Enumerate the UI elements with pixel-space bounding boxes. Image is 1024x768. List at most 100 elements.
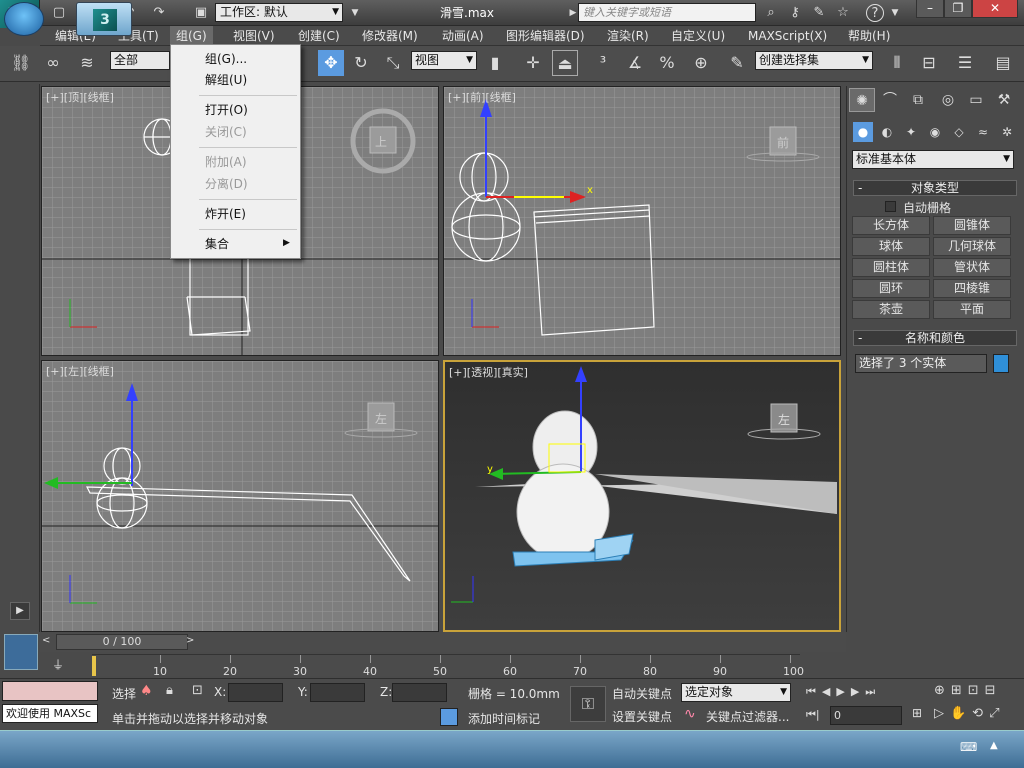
x-coordinate-field[interactable] bbox=[228, 683, 283, 702]
pyramid-button[interactable]: 四棱锥 bbox=[933, 279, 1011, 298]
sphere-button[interactable]: 球体 bbox=[852, 237, 930, 256]
playback-controls[interactable]: ⏮◀▶▶⏭ bbox=[806, 685, 881, 699]
align-icon[interactable]: ⊟ bbox=[916, 50, 942, 76]
geosphere-button[interactable]: 几何球体 bbox=[933, 237, 1011, 256]
viewcube-top[interactable]: 上 bbox=[375, 133, 387, 150]
z-coordinate-field[interactable] bbox=[392, 683, 447, 702]
time-config-icon[interactable]: ⊞ bbox=[912, 706, 922, 720]
y-coordinate-field[interactable] bbox=[310, 683, 365, 702]
workspace-dropdown[interactable]: 工作区: 默认 ▼ bbox=[215, 3, 343, 22]
key-search-icon[interactable]: ⚷ bbox=[786, 4, 804, 22]
next-frame-icon[interactable]: > bbox=[186, 635, 194, 646]
maximize-button[interactable]: ❐ bbox=[944, 0, 972, 18]
unlink-icon[interactable]: ∞ bbox=[40, 50, 66, 76]
selection-filter-dropdown[interactable]: 全部 bbox=[110, 51, 170, 70]
cameras-icon[interactable]: ◉ bbox=[925, 122, 945, 142]
graphite-tools-icon[interactable]: ▤ bbox=[990, 50, 1016, 76]
tube-button[interactable]: 管状体 bbox=[933, 258, 1011, 277]
object-type-rollout-header[interactable]: - 对象类型 bbox=[853, 180, 1017, 196]
menu-view[interactable]: 视图(V) bbox=[227, 26, 281, 46]
help-icon[interactable]: ? bbox=[866, 4, 884, 22]
set-key-icon[interactable]: ⚿ bbox=[570, 686, 606, 722]
tray-arrow-icon[interactable]: ▲ bbox=[990, 740, 998, 751]
teapot-button[interactable]: 茶壶 bbox=[852, 300, 930, 319]
add-time-tag-button[interactable]: 添加时间标记 bbox=[468, 710, 540, 727]
torus-button[interactable]: 圆环 bbox=[852, 279, 930, 298]
menu-create[interactable]: 创建(C) bbox=[292, 26, 346, 46]
new-file-icon[interactable]: ▢ bbox=[50, 4, 68, 22]
chevron-down-icon[interactable]: ▼ bbox=[346, 4, 364, 22]
menu-customize[interactable]: 自定义(U) bbox=[665, 26, 731, 46]
menu-graph-editors[interactable]: 图形编辑器(D) bbox=[500, 26, 591, 46]
viewcube-left[interactable]: 左 bbox=[375, 410, 387, 427]
menu-rendering[interactable]: 渲染(R) bbox=[601, 26, 655, 46]
track-bar[interactable]: 10 20 30 40 50 60 70 80 90 100 bbox=[92, 654, 804, 678]
menu-help[interactable]: 帮助(H) bbox=[842, 26, 896, 46]
viewport-top-label[interactable]: [+][顶][线框] bbox=[46, 89, 114, 105]
cone-button[interactable]: 圆锥体 bbox=[933, 216, 1011, 235]
auto-key-button[interactable]: 自动关键点 bbox=[612, 685, 672, 702]
percent-snap-icon[interactable]: % bbox=[654, 50, 680, 76]
cylinder-button[interactable]: 圆柱体 bbox=[852, 258, 930, 277]
isolate-icon[interactable]: ♠ bbox=[140, 683, 153, 699]
star-icon[interactable]: ☆ bbox=[834, 4, 852, 22]
menu-modifiers[interactable]: 修改器(M) bbox=[356, 26, 424, 46]
keyboard-icon[interactable]: ⌨ bbox=[960, 740, 977, 754]
pivot-center-icon[interactable]: ▮ bbox=[482, 50, 508, 76]
plane-button[interactable]: 平面 bbox=[933, 300, 1011, 319]
reference-coord-dropdown[interactable]: 视图 ▼ bbox=[411, 51, 477, 70]
utilities-tab-icon[interactable]: ⚒ bbox=[991, 88, 1017, 112]
close-button[interactable]: ✕ bbox=[972, 0, 1018, 18]
viewport-layout-icon[interactable] bbox=[4, 634, 38, 670]
motion-tab-icon[interactable]: ◎ bbox=[935, 88, 961, 112]
taskbar-3dsmax-app[interactable]: 3 bbox=[76, 2, 132, 36]
select-move-icon[interactable]: ✥ bbox=[318, 50, 344, 76]
helpers-icon[interactable]: ◇ bbox=[949, 122, 969, 142]
display-tab-icon[interactable]: ▭ bbox=[963, 88, 989, 112]
maxscript-mini-listener[interactable]: 欢迎使用 MAXSc bbox=[2, 704, 98, 723]
snaps-toggle-icon[interactable]: ³ bbox=[590, 50, 616, 76]
viewcube-front[interactable]: 前 bbox=[777, 134, 789, 151]
edit-named-selection-icon[interactable]: ✎ bbox=[724, 50, 750, 76]
mirror-icon[interactable]: ⫴ bbox=[884, 50, 910, 76]
menu-animation[interactable]: 动画(A) bbox=[436, 26, 490, 46]
viewport-front[interactable]: x [+][前][线框] 前 bbox=[443, 86, 841, 356]
layer-manager-icon[interactable]: ☰ bbox=[952, 50, 978, 76]
minimize-button[interactable]: – bbox=[916, 0, 944, 18]
key-mode-dropdown[interactable]: 选定对象 ▼ bbox=[681, 683, 791, 702]
current-frame-field[interactable]: 0 bbox=[830, 706, 902, 725]
project-folder-icon[interactable]: ▣ bbox=[192, 4, 210, 22]
viewport-front-label[interactable]: [+][前][线框] bbox=[448, 89, 516, 105]
systems-icon[interactable]: ✲ bbox=[997, 122, 1017, 142]
shapes-icon[interactable]: ◐ bbox=[877, 122, 897, 142]
autogrid-checkbox[interactable] bbox=[885, 201, 896, 212]
menu-item-ungroup[interactable]: 解组(U) bbox=[173, 70, 298, 91]
name-color-rollout-header[interactable]: - 名称和颜色 bbox=[853, 330, 1017, 346]
time-slider[interactable]: 0 / 100 bbox=[56, 634, 188, 650]
curve-editor-icon[interactable]: ⏚ bbox=[52, 656, 64, 673]
expand-arrow-icon[interactable]: ▶ bbox=[10, 602, 30, 620]
select-scale-icon[interactable]: ⤡ bbox=[380, 50, 406, 76]
set-key-button[interactable]: 设置关键点 bbox=[612, 708, 672, 725]
hierarchy-tab-icon[interactable]: ⧉ bbox=[905, 88, 931, 112]
menu-item-open[interactable]: 打开(O) bbox=[173, 100, 298, 121]
maxscript-listener-pink[interactable] bbox=[2, 681, 98, 701]
prev-frame-icon[interactable]: < bbox=[42, 635, 50, 646]
viewport-perspective[interactable]: y [+][透视][真实] 左 bbox=[443, 360, 841, 632]
select-manipulate-icon[interactable]: ✛ bbox=[520, 50, 546, 76]
key-filters-button[interactable]: 关键点过滤器... bbox=[706, 708, 789, 725]
bind-spacewarp-icon[interactable]: ≋ bbox=[74, 50, 100, 76]
object-name-field[interactable]: 选择了 3 个实体 bbox=[855, 354, 987, 373]
start-button[interactable] bbox=[4, 2, 44, 36]
menu-item-explode[interactable]: 炸开(E) bbox=[173, 204, 298, 225]
lock-icon[interactable]: 🔒︎ bbox=[166, 683, 173, 698]
viewport-left-label[interactable]: [+][左][线框] bbox=[46, 363, 114, 379]
menu-maxscript[interactable]: MAXScript(X) bbox=[742, 26, 833, 46]
link-icon[interactable]: ⛓ bbox=[8, 50, 34, 76]
viewport-nav-top[interactable]: ⊕⊞⊡⊟ bbox=[934, 683, 1002, 698]
viewport-nav-bottom[interactable]: ▷✋⟲⤢ bbox=[934, 706, 1005, 721]
keyboard-shortcut-override-icon[interactable]: ⏏ bbox=[552, 50, 578, 76]
chevron-down-icon[interactable]: ▼ bbox=[886, 4, 904, 22]
time-tag-icon[interactable] bbox=[440, 708, 458, 726]
time-marker[interactable] bbox=[92, 656, 96, 676]
